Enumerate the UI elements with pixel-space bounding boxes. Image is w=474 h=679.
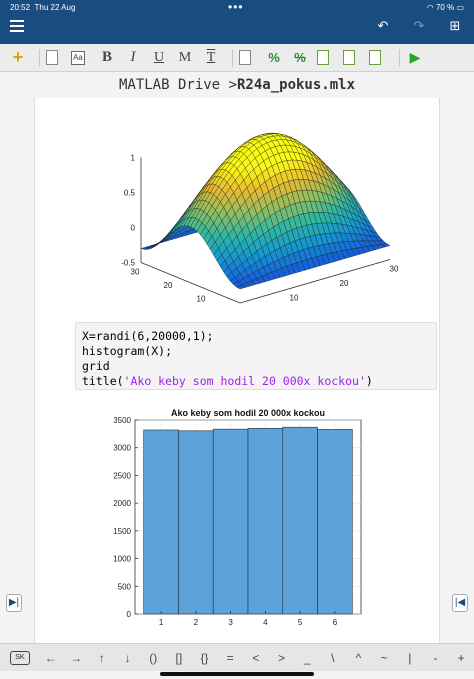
key-button[interactable]: |: [397, 651, 423, 665]
histogram-bar: [282, 426, 318, 615]
key-button[interactable]: →: [63, 651, 89, 665]
text-style-button[interactable]: Aa: [71, 50, 85, 65]
battery-level: 70 %: [435, 3, 455, 12]
editor-toolbar: + Aa B I U M T % % ▶: [0, 44, 474, 72]
view-switch-icon[interactable]: ⊞: [446, 18, 464, 34]
expand-left-button[interactable]: ▶|: [6, 594, 22, 612]
z-tick-label: 0.5: [124, 189, 136, 198]
code-line: title('Ako keby som hodil 20 000x kockou…: [82, 374, 373, 388]
breadcrumb-file: R24a_pokus.mlx: [237, 77, 356, 93]
z-tick-label: -0.5: [121, 259, 135, 268]
uncomment-icon[interactable]: %: [290, 48, 310, 68]
live-script-page: -0.500.5101020300102030 X=randi(6,20000,…: [34, 98, 440, 643]
key-button[interactable]: ~: [371, 651, 397, 665]
x-tick-label: 1: [159, 618, 164, 627]
expand-right-button[interactable]: |◀: [452, 594, 468, 612]
key-button[interactable]: {}: [192, 651, 218, 665]
run-icon[interactable]: ▶: [405, 48, 425, 68]
comment-icon[interactable]: %: [264, 48, 284, 68]
insert-text-icon[interactable]: [46, 50, 58, 65]
y-tick-label: 10: [197, 295, 206, 304]
app-header: 20:52 Thu 22 Aug ••• ◠ 70 % ▭ ↶ ↷ ⊞: [0, 0, 474, 44]
breadcrumb-separator: >: [228, 77, 237, 93]
z-tick-label: 0: [131, 224, 136, 233]
key-button[interactable]: ↓: [115, 651, 141, 665]
y-tick-label: 0: [127, 610, 132, 619]
undo-icon[interactable]: ↶: [374, 18, 392, 34]
battery-icon: ▭: [456, 3, 464, 12]
key-button[interactable]: []: [166, 651, 192, 665]
code-line: histogram(X);: [82, 344, 173, 358]
y-tick-label: 3500: [113, 416, 131, 425]
y-tick-label: 2500: [113, 471, 131, 480]
x-tick-label: 2: [194, 618, 199, 627]
status-right: ◠ 70 % ▭: [427, 3, 464, 12]
breadcrumb-root[interactable]: MATLAB Drive: [119, 77, 220, 93]
key-button[interactable]: <: [243, 651, 269, 665]
key-button[interactable]: ←: [38, 651, 64, 665]
surface-plot: -0.500.5101020300102030: [121, 132, 399, 304]
italic-button[interactable]: I: [123, 48, 143, 68]
menu-icon[interactable]: [10, 20, 24, 32]
surface-mesh: [140, 132, 391, 290]
y-tick-label: 2000: [113, 499, 131, 508]
y-tick-label: 1000: [113, 555, 131, 564]
toolbar-divider: [399, 48, 400, 67]
code-block[interactable]: X=randi(6,20000,1); histogram(X); grid t…: [75, 322, 437, 390]
wifi-icon: ◠: [426, 3, 434, 12]
histogram-bar: [317, 429, 353, 615]
underline-button[interactable]: U: [149, 48, 169, 68]
x-tick-label: 6: [333, 618, 338, 627]
histogram-plot: Ako keby som hodil 20 000x kockou 0 500 100…: [113, 408, 362, 627]
y-tick-label: 1500: [113, 527, 131, 536]
histogram-bar: [247, 428, 284, 615]
key-button[interactable]: >: [269, 651, 295, 665]
key-button[interactable]: ↑: [89, 651, 115, 665]
y-tick-label: 20: [164, 281, 173, 290]
insert-plus-icon[interactable]: +: [8, 47, 28, 68]
key-button[interactable]: =: [217, 651, 243, 665]
redo-icon[interactable]: ↷: [410, 18, 428, 34]
key-button[interactable]: (): [140, 651, 166, 665]
x-tick-label: 4: [263, 618, 268, 627]
code-line: grid: [82, 359, 110, 373]
key-button[interactable]: +: [448, 651, 474, 665]
y-tick-label: 3000: [113, 444, 131, 453]
status-time: 20:52 Thu 22 Aug: [10, 3, 76, 12]
text-format-button[interactable]: T: [201, 48, 221, 68]
y-tick-label: 500: [118, 582, 132, 591]
z-tick-label: 1: [131, 154, 136, 163]
monospace-button[interactable]: M: [175, 48, 195, 68]
home-indicator: [160, 672, 314, 676]
status-bar: 20:52 Thu 22 Aug ••• ◠ 70 % ▭: [0, 0, 474, 16]
y-tick-label: 30: [131, 268, 140, 277]
x-tick-label: 10: [290, 294, 299, 303]
key-button[interactable]: \: [320, 651, 346, 665]
code-keys-bar: SK ← → ↑ ↓()[]{} = < > _ \ ^ ~ | - +: [0, 643, 474, 671]
insert-code-icon[interactable]: [239, 50, 251, 65]
histogram-bar: [178, 430, 214, 615]
key-button[interactable]: ^: [346, 651, 372, 665]
x-tick-label: 5: [298, 618, 303, 627]
x-tick-label: 20: [340, 279, 349, 288]
histogram-bar: [212, 428, 249, 615]
toolbar-divider: [232, 48, 233, 67]
toolbar-divider: [39, 48, 40, 67]
histogram-bar: [143, 429, 179, 615]
code-line: X=randi(6,20000,1);: [82, 329, 214, 343]
keyboard-language-button[interactable]: SK: [10, 650, 30, 665]
x-tick-label: 30: [390, 265, 399, 274]
key-button[interactable]: -: [423, 651, 449, 665]
breadcrumb: MATLAB Drive >R24a_pokus.mlx: [0, 72, 474, 98]
section-break-icon[interactable]: [369, 50, 381, 65]
outdent-icon[interactable]: [343, 50, 355, 65]
key-button[interactable]: _: [294, 651, 320, 665]
indent-icon[interactable]: [317, 50, 329, 65]
multitask-dots-icon[interactable]: •••: [228, 0, 244, 14]
chart-title: Ako keby som hodil 20 000x kockou: [171, 408, 325, 418]
bold-button[interactable]: B: [97, 48, 117, 68]
x-tick-label: 3: [228, 618, 233, 627]
